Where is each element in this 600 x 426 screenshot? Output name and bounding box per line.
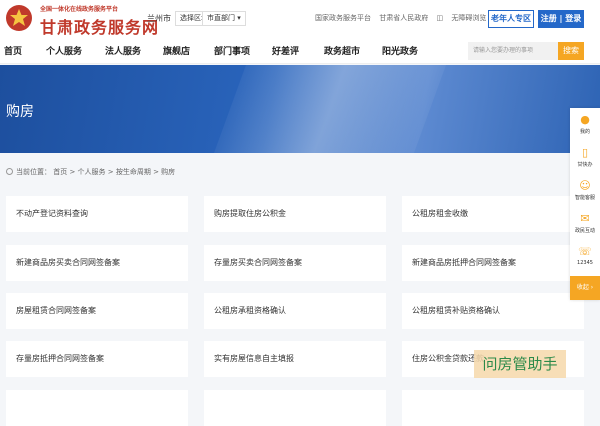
register-login-button[interactable]: 注册 | 登录 bbox=[538, 10, 584, 28]
assistant-watermark[interactable]: 问房管助手 bbox=[474, 350, 566, 378]
logo-subtitle: 全国一体化在线政务服务平台 bbox=[40, 6, 119, 13]
service-item[interactable] bbox=[204, 390, 386, 426]
page-title: 购房 bbox=[6, 104, 34, 120]
search-input[interactable]: 请输入您要办理的事项 bbox=[468, 42, 558, 60]
sidebar-item-mine[interactable]: ● 我的 bbox=[570, 110, 600, 142]
message-icon: ✉ bbox=[580, 212, 590, 225]
nav-legal-services[interactable]: 法人服务 bbox=[105, 44, 141, 57]
service-item[interactable]: 新建商品房抵押合同网签备案 bbox=[402, 245, 584, 281]
nav-open-government[interactable]: 阳光政务 bbox=[382, 44, 418, 57]
service-item[interactable]: 新建商品房买卖合同网签备案 bbox=[6, 245, 188, 281]
department-select[interactable]: 市直部门 ▾ bbox=[202, 11, 246, 26]
service-item[interactable] bbox=[402, 390, 584, 426]
page-banner: 购房 bbox=[0, 65, 600, 153]
nav-government-market[interactable]: 政务超市 bbox=[324, 44, 360, 57]
service-item[interactable]: 存量房抵押合同网签备案 bbox=[6, 341, 188, 377]
service-item[interactable]: 公租房租赁补贴资格确认 bbox=[402, 293, 584, 329]
headset-icon: ☏ bbox=[578, 245, 592, 258]
robot-icon: ☺ bbox=[579, 179, 591, 192]
accessibility-icon: ◫ bbox=[436, 14, 444, 22]
location-icon bbox=[6, 168, 13, 175]
top-bar: 全国一体化在线政务服务平台 甘肃政务服务网 兰州市 选择区域 ▾ 市直部门 ▾ … bbox=[0, 0, 600, 40]
link-national-platform[interactable]: 国家政务服务平台 bbox=[315, 14, 371, 22]
emblem-icon[interactable] bbox=[4, 3, 34, 33]
accessibility-link[interactable]: ◫ 无障碍浏览 bbox=[436, 14, 492, 22]
service-item[interactable]: 不动产登记资料查询 bbox=[6, 196, 188, 232]
top-links: 国家政务服务平台 甘肃省人民政府 ◫ 无障碍浏览 bbox=[315, 13, 498, 23]
main-nav: 首页 个人服务 法人服务 旗舰店 部门事项 好差评 政务超市 阳光政务 请输入您… bbox=[0, 40, 600, 64]
service-item[interactable]: 公租房租金收缴 bbox=[402, 196, 584, 232]
sidebar-item-hotline[interactable]: ☏ 12345 bbox=[570, 242, 600, 274]
search-button[interactable]: 搜索 bbox=[558, 42, 584, 60]
link-province-government[interactable]: 甘肃省人民政府 bbox=[379, 14, 428, 22]
service-item[interactable] bbox=[6, 390, 188, 426]
collapse-button[interactable]: 收起 › bbox=[570, 276, 600, 300]
breadcrumb[interactable]: 当前位置： 首页 > 个人服务 > 按生命周期 > 购房 bbox=[6, 167, 175, 177]
service-item[interactable]: 公租房承租资格确认 bbox=[204, 293, 386, 329]
site-title[interactable]: 甘肃政务服务网 bbox=[40, 14, 159, 38]
service-item[interactable]: 实有房屋信息自主填报 bbox=[204, 341, 386, 377]
phone-icon: ▯ bbox=[581, 146, 589, 159]
service-item[interactable]: 购房提取住房公积金 bbox=[204, 196, 386, 232]
floating-sidebar: ● 我的 ▯ 甘快办 ☺ 智能客服 ✉ 政民互动 ☏ 12345 收起 › bbox=[570, 108, 600, 300]
nav-personal-services[interactable]: 个人服务 bbox=[46, 44, 82, 57]
sidebar-item-gankuaiban[interactable]: ▯ 甘快办 bbox=[570, 143, 600, 175]
nav-department-items[interactable]: 部门事项 bbox=[214, 44, 250, 57]
service-item[interactable]: 存量房买卖合同网签备案 bbox=[204, 245, 386, 281]
sidebar-item-interaction[interactable]: ✉ 政民互动 bbox=[570, 209, 600, 241]
nav-home[interactable]: 首页 bbox=[4, 44, 22, 57]
nav-reviews[interactable]: 好差评 bbox=[272, 44, 299, 57]
sidebar-item-smart-service[interactable]: ☺ 智能客服 bbox=[570, 176, 600, 208]
banner-decoration bbox=[213, 65, 447, 153]
person-icon: ● bbox=[580, 113, 590, 126]
city-label: 兰州市 bbox=[147, 14, 171, 23]
service-item[interactable]: 房屋租赁合同网签备案 bbox=[6, 293, 188, 329]
nav-flagship-store[interactable]: 旗舰店 bbox=[163, 44, 190, 57]
elder-zone-button[interactable]: 老年人专区 bbox=[488, 10, 534, 28]
